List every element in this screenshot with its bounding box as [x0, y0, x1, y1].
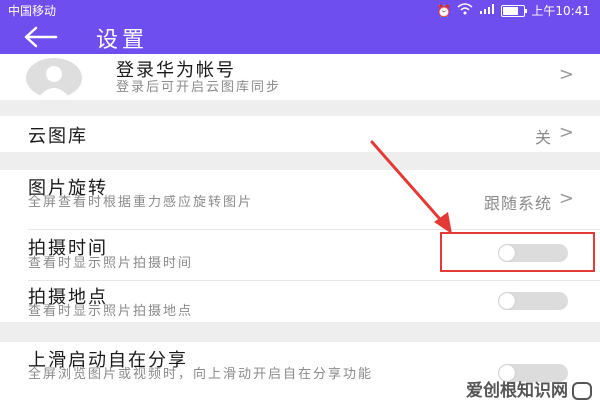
section-divider: [0, 322, 600, 342]
shooting-location-toggle[interactable]: [498, 292, 568, 310]
battery-icon: [501, 4, 528, 17]
alarm-icon: ⏰: [436, 3, 452, 18]
shooting-location-subtitle: 查看时显示照片拍摄地点: [28, 304, 194, 319]
chevron-right-icon: >: [558, 188, 574, 209]
status-icons: ⏰ 上午10:41: [436, 2, 590, 19]
photo-rotation-row[interactable]: 图片旋转 全屏查看时根据重力感应旋转图片 跟随系统 >: [0, 170, 600, 228]
photo-rotation-subtitle: 全屏查看时根据重力感应旋转图片: [28, 195, 254, 210]
account-subtitle: 登录后可开启云图库同步: [116, 80, 282, 95]
shooting-time-subtitle: 查看时显示照片拍摄时间: [28, 256, 194, 271]
watermark-logo-icon: [572, 382, 592, 400]
toggle-knob: [499, 293, 515, 309]
watermark-text: 爱创根知识网: [466, 381, 568, 401]
page-title: 设置: [96, 28, 149, 53]
chevron-right-icon: >: [558, 64, 574, 85]
photo-rotation-value: 跟随系统: [483, 194, 552, 213]
battery-level: [503, 6, 519, 15]
chevron-right-icon: >: [558, 122, 574, 143]
signal-icon: [479, 3, 495, 18]
swipe-share-subtitle: 全屏浏览图片或视频时，向上滑动开启自在分享功能: [28, 367, 374, 382]
section-divider: [0, 152, 600, 170]
shooting-location-row: 拍摄地点 查看时显示照片拍摄地点: [0, 281, 600, 321]
cloud-gallery-title: 云图库: [28, 126, 88, 147]
carrier-label: 中国移动: [8, 4, 57, 18]
highlight-box: [440, 232, 595, 272]
avatar: [26, 58, 82, 98]
status-bar: 中国移动 ⏰ 上午10:41: [0, 0, 600, 20]
wifi-icon: [457, 3, 473, 18]
back-arrow-icon[interactable]: [20, 22, 62, 52]
section-divider: [0, 100, 600, 116]
cloud-gallery-value: 关: [534, 128, 552, 147]
watermark: 爱创根知识网: [466, 376, 592, 401]
clock-label: 上午10:41: [531, 4, 590, 18]
app-bar: 设置: [0, 20, 600, 54]
cloud-gallery-row[interactable]: 云图库 关 >: [0, 116, 600, 152]
account-row[interactable]: 登录华为帐号 登录后可开启云图库同步 >: [0, 54, 600, 100]
